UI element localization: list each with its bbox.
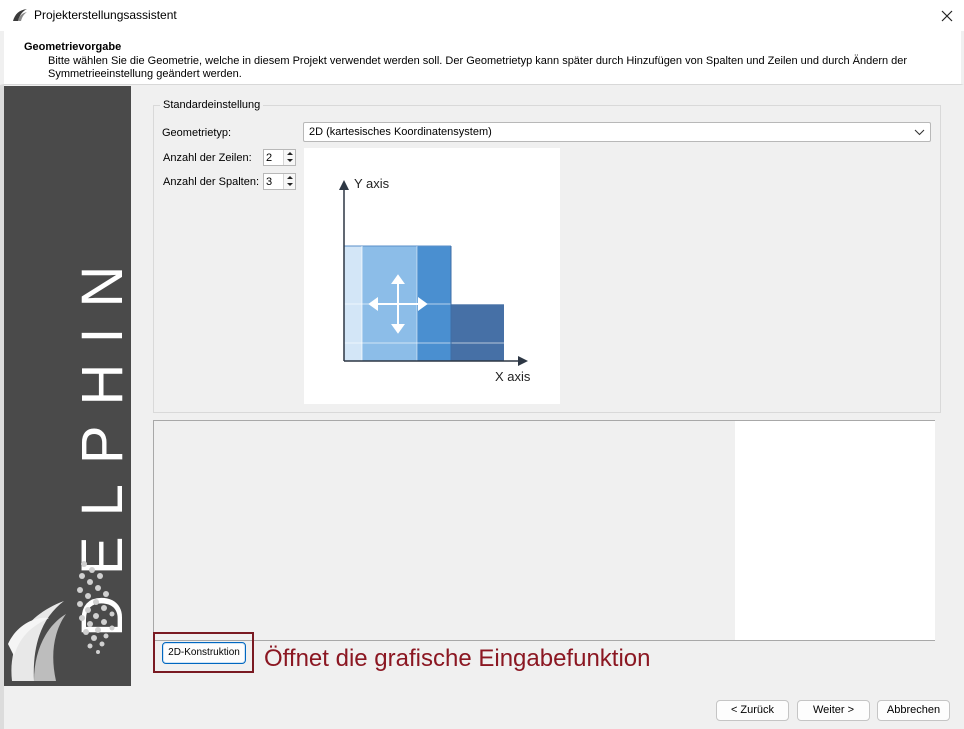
geometry-type-value: 2D (kartesisches Koordinatensystem) [309,126,492,138]
cell-dark [451,304,504,361]
spin-down-icon[interactable] [286,181,294,188]
group-title: Standardeinstellung [160,99,264,111]
y-axis-label: Y axis [354,176,390,191]
annotation-text: Öffnet die grafische Eingabefunktion [264,645,651,672]
x-axis-label: X axis [495,369,531,384]
dolphin-logo-icon [8,561,115,681]
geometry-type-select[interactable]: 2D (kartesisches Koordinatensystem) [303,122,931,142]
spin-up-icon[interactable] [286,174,294,181]
page-description: Bitte wählen Sie die Geometrie, welche i… [48,55,908,80]
title-bar: Projekterstellungsassistent [0,0,964,31]
construction-panel [153,420,935,641]
page-title: Geometrievorgabe [24,41,122,53]
columns-spinbox[interactable]: 3 [263,173,296,190]
columns-label: Anzahl der Spalten: [163,176,260,188]
spin-up-icon[interactable] [286,150,294,157]
close-icon [941,10,953,22]
back-button[interactable]: < Zurück [716,700,789,721]
chevron-down-icon [914,129,925,136]
wizard-header: Geometrievorgabe Bitte wählen Sie die Ge… [0,31,964,85]
x-axis-arrow-icon [518,356,528,366]
geometry-type-label: Geometrietyp: [162,127,232,139]
rows-value: 2 [266,152,273,164]
rows-spin-buttons[interactable] [283,150,295,165]
columns-spin-buttons[interactable] [283,174,295,189]
close-button[interactable] [936,6,958,26]
2d-construction-button[interactable]: 2D-Konstruktion [162,642,246,664]
rows-spinbox[interactable]: 2 [263,149,296,166]
cancel-button[interactable]: Abbrechen [877,700,950,721]
rows-label: Anzahl der Zeilen: [163,152,252,164]
next-button[interactable]: Weiter > [797,700,870,721]
construction-preview-area [735,421,935,640]
sidebar-branding: DELPHIN [4,86,131,686]
geometry-diagram: Y axis X axis [339,176,531,384]
columns-value: 3 [266,176,273,188]
geometry-preview: Y axis X axis [304,148,560,404]
y-axis-arrow-icon [339,180,349,190]
delphin-app-icon [13,9,27,21]
spin-down-icon[interactable] [286,157,294,164]
window-title: Projekterstellungsassistent [34,8,177,22]
